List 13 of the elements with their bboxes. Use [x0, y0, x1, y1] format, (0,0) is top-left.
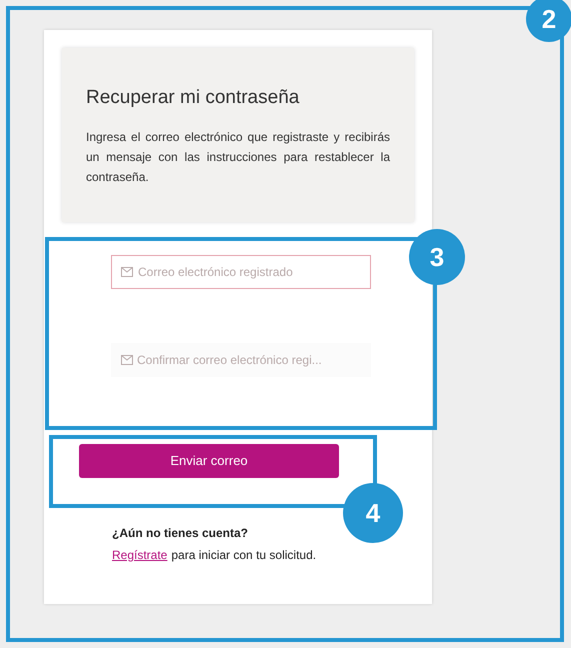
description-text: Ingresa el correo electrónico que registraste y recibirás un mensaje con las instrucciones para restablecer la contraseña. — [86, 128, 390, 186]
mail-icon — [121, 267, 133, 277]
callout-number-badge: 4 — [343, 483, 403, 543]
signup-text: para iniciar con tu solicitud. — [171, 547, 316, 564]
signup-question: ¿Aún no tienes cuenta? — [112, 525, 250, 542]
page-title: Recuperar mi contraseña — [86, 86, 300, 110]
callout-number-badge: 2 — [526, 0, 571, 42]
mail-icon — [121, 355, 133, 365]
callout-number-badge: 3 — [409, 229, 465, 285]
email-field[interactable]: Confirmar correo electrónico regi... — [111, 343, 371, 377]
send-email-button[interactable]: Enviar correo — [79, 444, 339, 478]
signup-link[interactable]: Regístrate — [112, 546, 168, 564]
email-field[interactable]: Correo electrónico registrado — [111, 255, 371, 289]
